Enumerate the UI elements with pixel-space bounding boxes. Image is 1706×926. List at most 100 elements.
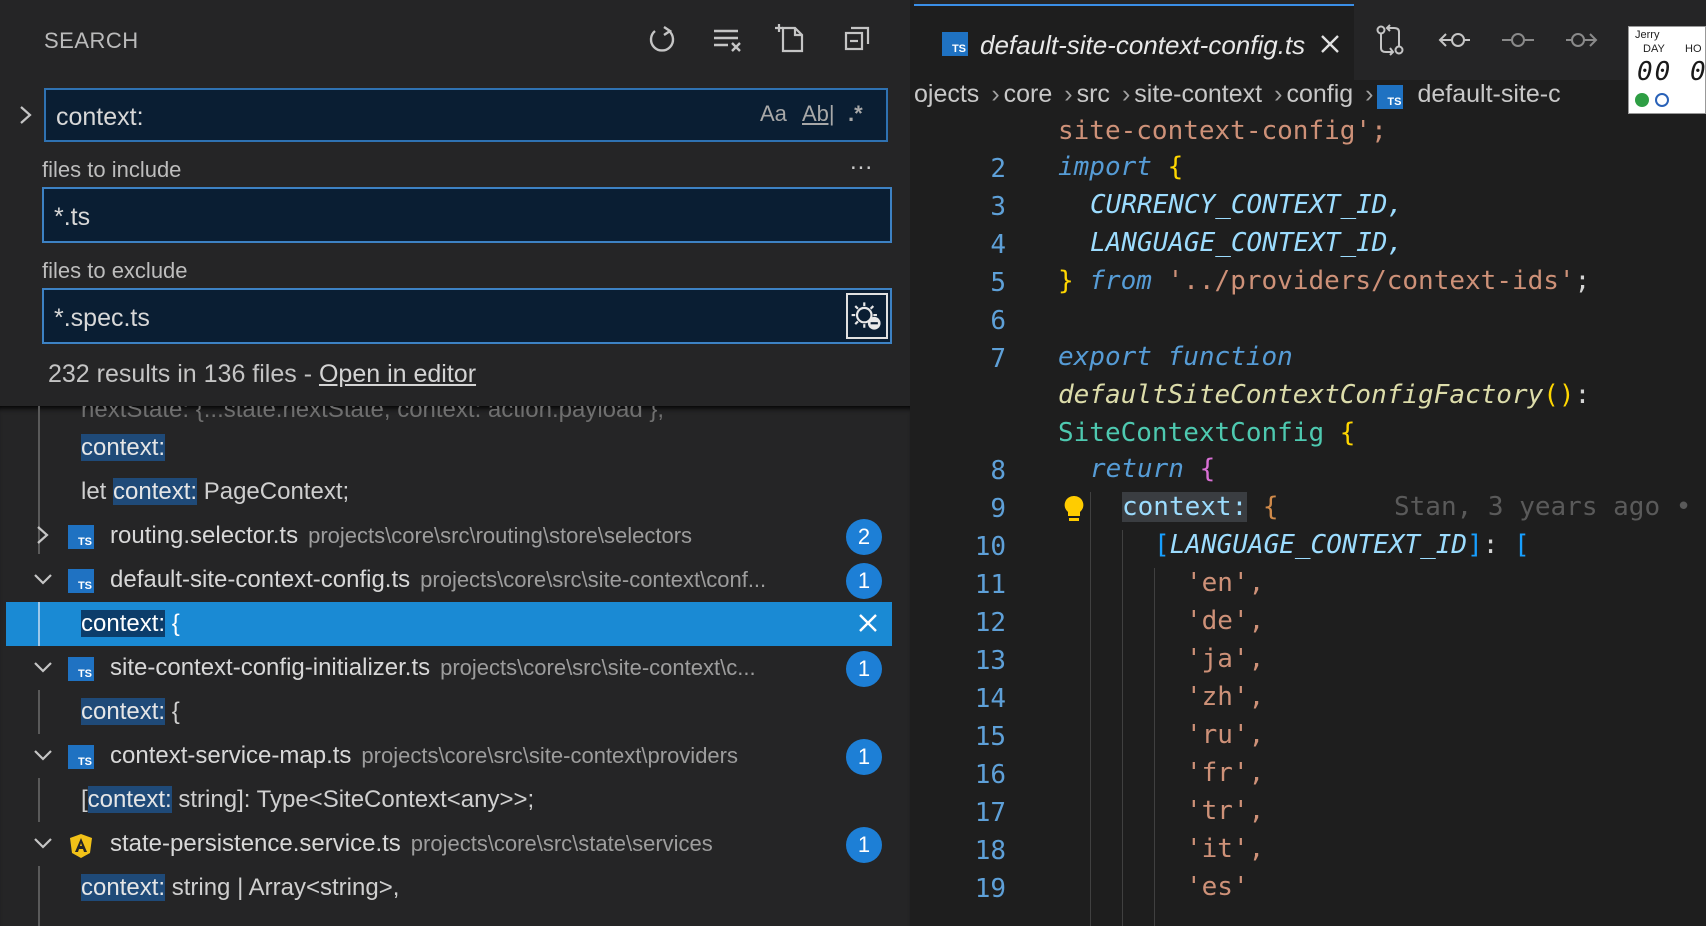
code-token: [ (1154, 530, 1170, 560)
next-revision-icon[interactable] (1564, 22, 1600, 58)
breadcrumb-item[interactable]: core (1004, 80, 1053, 108)
code-token: 'en', (1186, 568, 1265, 598)
code-line: CURRENCY_CONTEXT_ID, (1090, 190, 1403, 228)
collapse-all-icon[interactable] (840, 22, 874, 56)
result-file-row[interactable]: TS default-site-context-config.ts project… (0, 558, 910, 602)
code-line: context: { (1122, 492, 1279, 530)
breadcrumb-item[interactable]: config (1286, 80, 1353, 108)
files-include-input[interactable]: *.ts (42, 187, 892, 243)
code-line: 'zh', (1186, 682, 1264, 720)
match-case-toggle[interactable]: Aa (760, 101, 787, 127)
search-header: SEARCH (0, 0, 910, 82)
code-token: [ (1514, 530, 1530, 560)
result-file-row[interactable]: TS context-service-map.ts projects\core\s… (0, 734, 910, 778)
breadcrumb-item[interactable]: default-site-c (1417, 80, 1560, 108)
use-regex-toggle[interactable]: .* (848, 101, 863, 127)
settings-icon[interactable] (1655, 93, 1669, 107)
match-highlight: context: (87, 786, 172, 813)
indent-guide (1090, 492, 1091, 926)
match-suffix: { (165, 610, 180, 637)
code-token: 'ru', (1186, 720, 1265, 750)
use-exclude-settings-button[interactable] (846, 293, 888, 339)
ts-badge: TS (68, 569, 94, 593)
lightbulb-icon[interactable] (1062, 494, 1086, 524)
result-match-row[interactable]: context: { (0, 690, 910, 734)
chevron-right-icon[interactable] (30, 521, 56, 549)
result-match-row[interactable]: let context: PageContext; (0, 470, 910, 514)
code-token: : (1482, 530, 1499, 560)
breadcrumb-item[interactable]: site-context (1134, 80, 1262, 108)
result-file-row[interactable]: TS site-context-config-initializer.ts pro… (0, 646, 910, 690)
line-number: 13 (974, 646, 1006, 676)
chevron-down-icon[interactable] (30, 741, 56, 769)
result-match-row-selected[interactable]: context: { (6, 602, 892, 646)
code-token: 'zh', (1186, 682, 1265, 712)
chevron-down-icon[interactable] (30, 653, 56, 681)
match-whole-word-toggle[interactable]: Ab| (802, 101, 835, 127)
file-name: state-persistence.service.ts projects\cor… (110, 830, 713, 858)
code-line: 'it', (1186, 834, 1264, 872)
files-exclude-input[interactable]: *.spec.ts (42, 288, 892, 344)
open-in-editor-link[interactable]: Open in editor (319, 360, 476, 388)
open-changes-icon[interactable] (1372, 22, 1408, 58)
match-text: [context: string]: Type<SiteContext<any>… (81, 786, 534, 814)
play-icon[interactable] (1635, 93, 1649, 107)
new-search-editor-icon[interactable] (775, 22, 809, 56)
result-file-row[interactable]: state-persistence.service.ts projects\cor… (0, 822, 910, 866)
code-token: LANGUAGE_CONTEXT_ID, (1090, 228, 1404, 258)
chevron-right-icon: › (1365, 80, 1374, 108)
line-number: 14 (974, 684, 1006, 714)
code-token: 'ja', (1186, 644, 1265, 674)
line-number: 19 (974, 874, 1006, 904)
line-number: 5 (990, 268, 1006, 298)
code-token: { (1339, 418, 1356, 448)
code-token: SiteContextConfig (1058, 418, 1325, 448)
close-tab-icon[interactable] (1318, 32, 1342, 56)
file-path: projects\core\src\site-context\conf... (420, 567, 767, 592)
result-match-row[interactable]: context: string | Array<string>, (0, 866, 910, 910)
code-token: CURRENCY_CONTEXT_ID, (1090, 190, 1404, 220)
git-commit-icon[interactable] (1500, 22, 1536, 58)
timer-hour-label: HO (1685, 43, 1702, 55)
match-text: let context: PageContext; (81, 478, 349, 506)
search-input[interactable]: context: Aa Ab| .* (44, 88, 888, 142)
line-number: 16 (974, 760, 1006, 790)
match-suffix: { (165, 698, 180, 725)
code-token: { (1199, 454, 1216, 484)
match-highlight: context: (81, 610, 166, 637)
files-exclude-value: *.spec.ts (54, 304, 150, 332)
result-match-row[interactable]: [context: string]: Type<SiteContext<any>… (0, 778, 910, 822)
chevron-down-icon[interactable] (30, 829, 56, 857)
breadcrumb-item[interactable]: src (1077, 80, 1110, 108)
code-token: } (1058, 266, 1074, 296)
toggle-replace-chevron-icon[interactable] (14, 100, 38, 130)
previous-revision-icon[interactable] (1436, 22, 1472, 58)
toggle-search-details-button[interactable]: ... (850, 148, 873, 176)
line-number: 12 (974, 608, 1006, 638)
ts-badge: TS (68, 657, 94, 681)
refresh-icon[interactable] (645, 22, 679, 56)
code-area[interactable]: site-context-config'; 2 import { 3 CURRE… (914, 116, 1706, 926)
match-highlight: context: (113, 478, 198, 505)
clear-results-icon[interactable] (710, 22, 744, 56)
code-token: site-context-config'; (1058, 116, 1387, 146)
code-token: 'fr', (1186, 758, 1265, 788)
file-path: projects\core\src\state\services (410, 831, 713, 856)
timer-widget[interactable]: Jerry DAY HO 00 00 (1628, 26, 1706, 114)
match-count-badge: 2 (846, 519, 882, 555)
code-token: export (1058, 342, 1152, 372)
chevron-right-icon: › (1121, 80, 1131, 108)
result-match-row[interactable]: context: (0, 426, 910, 470)
chevron-down-icon[interactable] (30, 565, 56, 593)
code-line: LANGUAGE_CONTEXT_ID, (1090, 228, 1403, 266)
editor-tab-active[interactable]: TS default-site-context-config.ts (914, 4, 1354, 80)
breadcrumb-item[interactable]: ojects (914, 80, 979, 108)
dismiss-result-icon[interactable] (855, 610, 881, 636)
code-line: return { (1090, 454, 1215, 492)
line-number: 4 (990, 230, 1006, 260)
code-token: { (1167, 152, 1184, 182)
line-number: 18 (974, 836, 1006, 866)
code-token: context: (1122, 492, 1248, 522)
result-file-row[interactable]: TS routing.selector.ts projects\core\src\… (0, 514, 910, 558)
file-name-text: default-site-context-config.ts (110, 566, 411, 593)
